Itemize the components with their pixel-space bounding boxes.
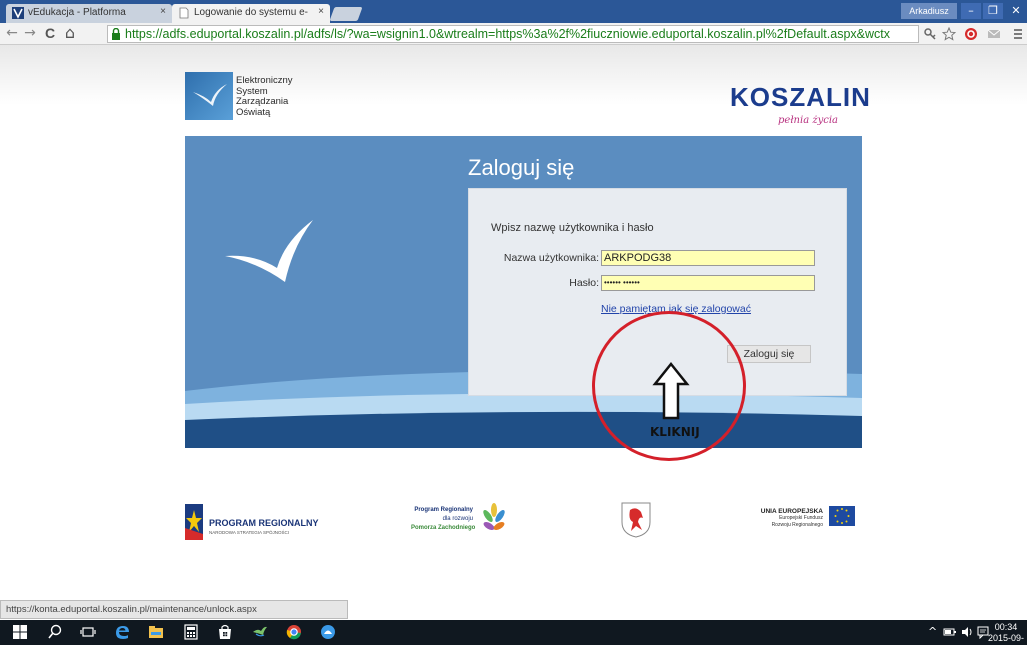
edge-icon[interactable] <box>114 624 130 640</box>
program-regionalny-title: PROGRAM REGIONALNY <box>209 518 319 528</box>
footer-logos: PROGRAM REGIONALNY NARODOWA STRATEGIA SP… <box>185 498 862 546</box>
esz-logo <box>185 72 233 120</box>
close-window-button[interactable]: ✕ <box>1005 3 1027 19</box>
minimize-button[interactable]: – <box>961 3 981 19</box>
pomorza-line: dla rozwoju <box>442 516 473 522</box>
bookmark-star-icon[interactable] <box>942 27 956 41</box>
windows-start-icon[interactable] <box>12 624 28 640</box>
eu-line: Europejski Fundusz <box>779 515 823 521</box>
vedukacja-favicon-icon <box>12 7 24 19</box>
profile-button[interactable]: Arkadiusz <box>901 3 957 19</box>
file-explorer-icon[interactable] <box>148 624 164 640</box>
mail-extension-icon[interactable] <box>987 27 1001 41</box>
bird-icon <box>193 84 227 106</box>
password-label: Hasło: <box>569 277 599 289</box>
browser-status-bar: https://konta.eduportal.koszalin.pl/main… <box>0 600 348 619</box>
adblock-icon[interactable] <box>964 27 978 41</box>
tab-logowanie[interactable]: Logowanie do systemu e- × <box>172 4 330 23</box>
username-label: Nazwa użytkownika: <box>503 252 599 264</box>
tray-chevron-icon[interactable]: ^ <box>928 625 937 638</box>
tab-close-icon[interactable]: × <box>318 6 324 17</box>
reload-button[interactable]: C <box>42 25 58 41</box>
login-instruction: Wpisz nazwę użytkownika i hasło <box>491 222 654 234</box>
system-clock[interactable]: 00:34 2015-09-17 <box>985 622 1027 655</box>
store-icon[interactable] <box>217 624 233 640</box>
tab-label: vEdukacja - Platforma <box>28 7 126 18</box>
star-flag-icon <box>185 504 203 540</box>
pomorza-line: Pomorza Zachodniego <box>411 525 476 531</box>
clock-date: 2015-09-17 <box>987 633 1025 654</box>
page-icon <box>179 7 189 19</box>
tab-vedukacja[interactable]: vEdukacja - Platforma × <box>6 4 172 23</box>
calculator-icon[interactable] <box>183 624 199 640</box>
tab-close-icon[interactable]: × <box>160 6 166 17</box>
tab-label: Logowanie do systemu e- <box>194 7 308 18</box>
browser-toolbar: ← → C ⌂ https://adfs.eduportal.koszalin.… <box>0 23 1027 45</box>
griffin-shield-icon <box>621 502 651 538</box>
chrome-icon[interactable] <box>286 624 302 640</box>
restore-button[interactable]: ❐ <box>983 3 1003 19</box>
annotation-label: KLIKNIJ <box>650 425 700 439</box>
app-circle-icon[interactable] <box>320 624 336 640</box>
url-text: https://adfs.eduportal.koszalin.pl/adfs/… <box>125 27 890 41</box>
menu-icon[interactable] <box>1012 27 1024 41</box>
login-title: Zaloguj się <box>468 155 575 180</box>
task-view-icon[interactable] <box>80 624 96 640</box>
bird-app-icon[interactable] <box>252 624 268 640</box>
clock-time: 00:34 <box>994 622 1018 632</box>
address-bar[interactable]: https://adfs.eduportal.koszalin.pl/adfs/… <box>107 25 919 43</box>
program-regionalny-sub: NARODOWA STRATEGIA SPÓJNOŚCI <box>209 530 290 535</box>
new-tab-button[interactable] <box>329 7 363 21</box>
lock-icon <box>112 28 120 40</box>
username-input[interactable]: ARKPODG38 <box>601 250 815 266</box>
volume-icon[interactable] <box>960 625 974 639</box>
esz-line: Oświatą <box>236 106 271 118</box>
password-input[interactable]: •••••• •••••• <box>601 275 815 291</box>
eu-line: Rozwoju Regionalnego <box>771 522 823 528</box>
home-button[interactable]: ⌂ <box>62 23 78 42</box>
page-header-strip <box>0 45 1027 105</box>
esz-line: Elektroniczny <box>236 75 293 86</box>
pomorza-line: Program Regionalny <box>414 507 473 513</box>
login-hero: Zaloguj się Wpisz nazwę użytkownika i ha… <box>185 136 862 448</box>
up-arrow-icon <box>652 362 690 420</box>
back-button[interactable]: ← <box>4 25 20 41</box>
forward-button[interactable]: → <box>22 25 38 41</box>
windows-taskbar: ^ 00:34 2015-09-17 <box>0 620 1027 654</box>
koszalin-tagline: pełnia życia <box>778 115 839 126</box>
battery-icon[interactable] <box>943 625 957 639</box>
eu-flag-icon <box>829 506 855 526</box>
browser-titlebar: vEdukacja - Platforma × Logowanie do sys… <box>0 0 1027 23</box>
search-icon[interactable] <box>47 624 63 640</box>
key-icon[interactable] <box>924 27 938 41</box>
leaves-icon <box>483 503 505 530</box>
west-pomerania-coat-of-arms <box>621 502 651 542</box>
esz-line: Zarządzania <box>236 96 289 107</box>
koszalin-logo: KOSZALIN <box>730 82 871 112</box>
eu-title: UNIA EUROPEJSKA <box>760 508 823 515</box>
esz-name: Elektroniczny System Zarządzania Oświatą <box>236 75 293 118</box>
